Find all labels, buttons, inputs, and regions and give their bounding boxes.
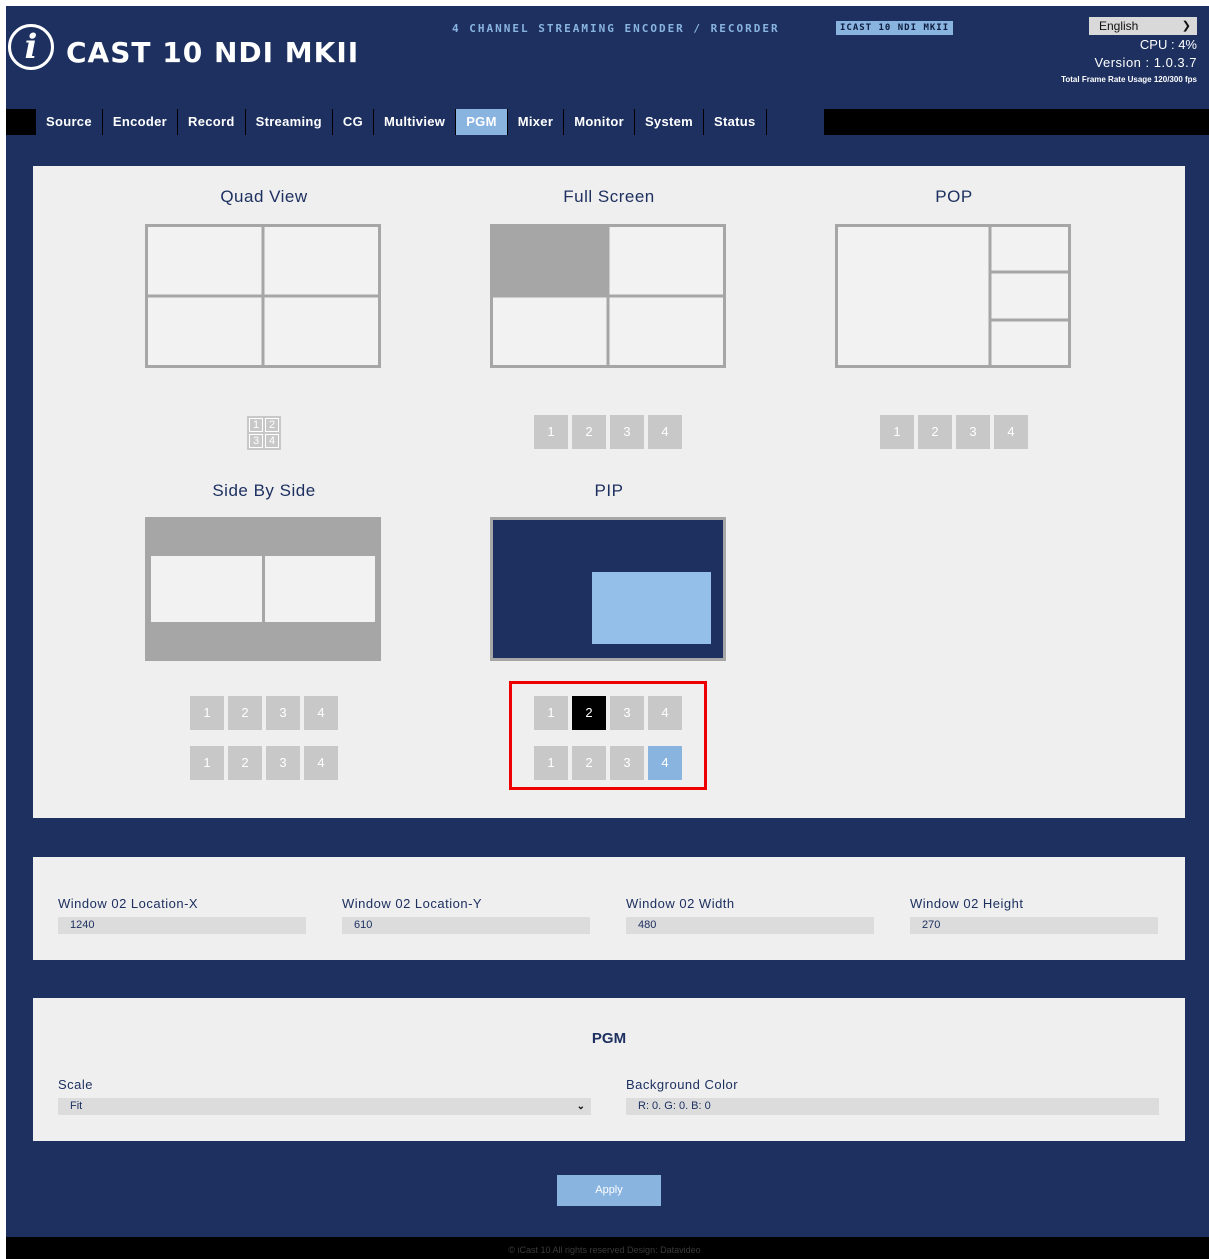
quad-view-diagram[interactable] bbox=[145, 224, 381, 368]
tab-system[interactable]: System bbox=[635, 109, 705, 135]
footer-text: © iCast 10 All rights reserved Design: D… bbox=[508, 1245, 701, 1255]
firmware-version: Version : 1.0.3.7 bbox=[1094, 55, 1197, 70]
tab-monitor[interactable]: Monitor bbox=[564, 109, 635, 135]
full-screen-title: Full Screen bbox=[563, 187, 655, 206]
chevron-down-icon: ⌄ bbox=[576, 1101, 585, 1112]
background-color-field[interactable]: R: 0. G: 0. B: 0 bbox=[626, 1098, 1159, 1115]
quad-cell: 1 bbox=[249, 418, 263, 432]
logo-icon: i bbox=[8, 24, 54, 70]
logo-text: CAST 10 NDI MKII bbox=[66, 36, 360, 69]
product-badge: ICAST 10 NDI MKII bbox=[836, 21, 954, 35]
side-by-side-right-source-1-button[interactable]: 1 bbox=[190, 746, 224, 780]
pop-source-buttons: 1234 bbox=[880, 415, 1028, 449]
pop-source-2-button[interactable]: 2 bbox=[918, 415, 952, 449]
pop-diagram[interactable] bbox=[835, 224, 1071, 368]
quad-cell: 4 bbox=[265, 434, 279, 448]
side-by-side-right-source-4-button[interactable]: 4 bbox=[304, 746, 338, 780]
nav-tabs: Source Encoder Record Streaming CG Multiview P… bbox=[36, 109, 824, 135]
height-field[interactable]: 270 bbox=[910, 917, 1158, 934]
pop-title: POP bbox=[935, 187, 973, 206]
side-by-side-left-source-3-button[interactable]: 3 bbox=[266, 696, 300, 730]
full-screen-source-buttons: 1234 bbox=[534, 415, 682, 449]
pop-source-4-button[interactable]: 4 bbox=[994, 415, 1028, 449]
pip-title: PIP bbox=[594, 481, 624, 500]
pip-diagram[interactable] bbox=[490, 517, 726, 661]
tab-record[interactable]: Record bbox=[178, 109, 246, 135]
tab-cg[interactable]: CG bbox=[333, 109, 374, 135]
location-x-label: Window 02 Location-X bbox=[58, 896, 199, 911]
width-field[interactable]: 480 bbox=[626, 917, 874, 934]
frame-rate-usage: Total Frame Rate Usage 120/300 fps bbox=[1061, 75, 1197, 84]
pgm-panel bbox=[33, 998, 1185, 1141]
side-by-side-diagram[interactable] bbox=[145, 517, 381, 661]
full-screen-source-4-button[interactable]: 4 bbox=[648, 415, 682, 449]
side-by-side-right-buttons: 1234 bbox=[190, 746, 338, 780]
tab-mixer[interactable]: Mixer bbox=[508, 109, 565, 135]
side-by-side-left-source-4-button[interactable]: 4 bbox=[304, 696, 338, 730]
quad-cell: 3 bbox=[249, 434, 263, 448]
pop-source-3-button[interactable]: 3 bbox=[956, 415, 990, 449]
full-screen-source-2-button[interactable]: 2 bbox=[572, 415, 606, 449]
side-by-side-left-source-2-button[interactable]: 2 bbox=[228, 696, 262, 730]
width-label: Window 02 Width bbox=[626, 896, 735, 911]
full-screen-diagram[interactable] bbox=[490, 224, 726, 368]
side-by-side-left-source-1-button[interactable]: 1 bbox=[190, 696, 224, 730]
pop-source-1-button[interactable]: 1 bbox=[880, 415, 914, 449]
apply-button[interactable]: Apply bbox=[557, 1175, 661, 1206]
side-by-side-right-source-2-button[interactable]: 2 bbox=[228, 746, 262, 780]
tab-pgm[interactable]: PGM bbox=[456, 109, 508, 135]
scale-value: Fit bbox=[70, 1100, 83, 1112]
full-screen-source-3-button[interactable]: 3 bbox=[610, 415, 644, 449]
height-label: Window 02 Height bbox=[910, 896, 1024, 911]
quad-cell: 2 bbox=[265, 418, 279, 432]
background-color-label: Background Color bbox=[626, 1077, 739, 1092]
side-by-side-right-source-3-button[interactable]: 3 bbox=[266, 746, 300, 780]
pgm-title: PGM bbox=[591, 1030, 627, 1047]
location-x-field[interactable]: 1240 bbox=[58, 917, 306, 934]
quad-view-title: Quad View bbox=[220, 187, 308, 206]
language-value: English bbox=[1099, 19, 1139, 33]
cpu-usage: CPU : 4% bbox=[1139, 37, 1197, 52]
tab-status[interactable]: Status bbox=[704, 109, 767, 135]
chevron-down-icon: ❯ bbox=[1181, 20, 1191, 32]
location-y-label: Window 02 Location-Y bbox=[342, 896, 483, 911]
tab-encoder[interactable]: Encoder bbox=[103, 109, 178, 135]
scale-select[interactable]: Fit ⌄ bbox=[58, 1098, 591, 1115]
tab-multiview[interactable]: Multiview bbox=[374, 109, 457, 135]
tab-streaming[interactable]: Streaming bbox=[246, 109, 333, 135]
quad-view-select-button[interactable]: 1 2 3 4 bbox=[247, 416, 281, 450]
full-screen-source-1-button[interactable]: 1 bbox=[534, 415, 568, 449]
tab-source[interactable]: Source bbox=[36, 109, 103, 135]
location-y-field[interactable]: 610 bbox=[342, 917, 590, 934]
scale-label: Scale bbox=[58, 1077, 94, 1092]
language-select[interactable]: English ❯ bbox=[1089, 17, 1197, 35]
main-nav: Source Encoder Record Streaming CG Multiview P… bbox=[6, 109, 1209, 135]
side-by-side-left-buttons: 1234 bbox=[190, 696, 338, 730]
side-by-side-title: Side By Side bbox=[212, 481, 316, 500]
product-tagline: 4 CHANNEL STREAMING ENCODER / RECORDER bbox=[452, 22, 780, 35]
pip-selection-highlight bbox=[509, 681, 707, 790]
